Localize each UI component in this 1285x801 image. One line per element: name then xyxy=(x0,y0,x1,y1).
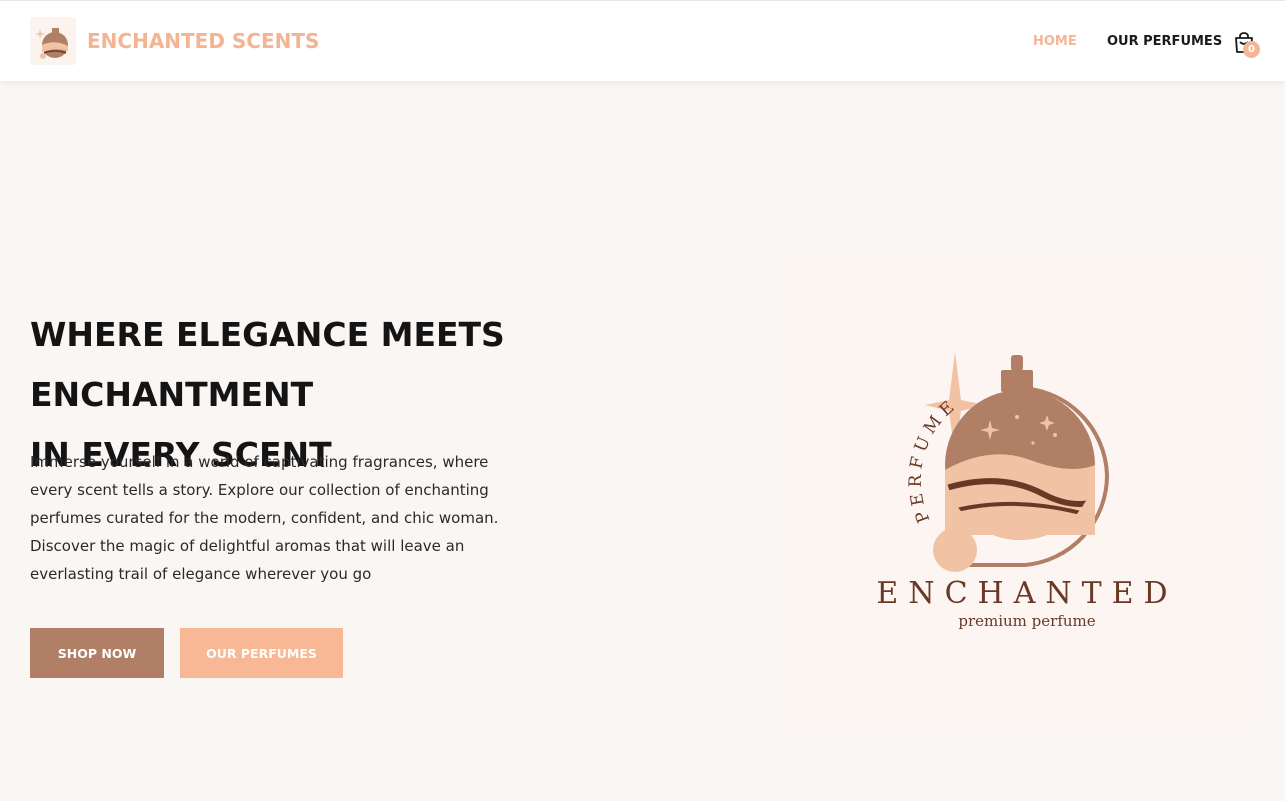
logo-tagline: premium perfume xyxy=(958,612,1095,630)
cart-button[interactable]: 0 xyxy=(1232,31,1262,61)
cart-count-badge: 0 xyxy=(1243,41,1260,58)
brand-link[interactable]: ENCHANTED SCENTS xyxy=(30,17,319,65)
our-perfumes-button[interactable]: OUR PERFUMES xyxy=(180,628,343,678)
site-header: ENCHANTED SCENTS HOME OUR PERFUMES 0 xyxy=(0,0,1285,81)
brand-logo-icon xyxy=(30,17,76,65)
hero-title-line-1: WHERE ELEGANCE MEETS ENCHANTMENT xyxy=(30,315,505,414)
logo-wordmark: ENCHANTED xyxy=(876,576,1177,611)
hero-description: Immerse yourself in a world of captivati… xyxy=(30,453,499,583)
nav-home-link[interactable]: HOME xyxy=(1033,34,1077,49)
nav-our-perfumes-link[interactable]: OUR PERFUMES xyxy=(1107,34,1222,49)
brand-name: ENCHANTED SCENTS xyxy=(87,29,320,53)
perfume-bottle-logo: PERFUME ENCHANTED premium perfume xyxy=(876,352,1177,630)
shop-now-button[interactable]: SHOP NOW xyxy=(30,628,164,678)
hero-logo-image: PERFUME ENCHANTED premium perfume xyxy=(785,255,1255,725)
